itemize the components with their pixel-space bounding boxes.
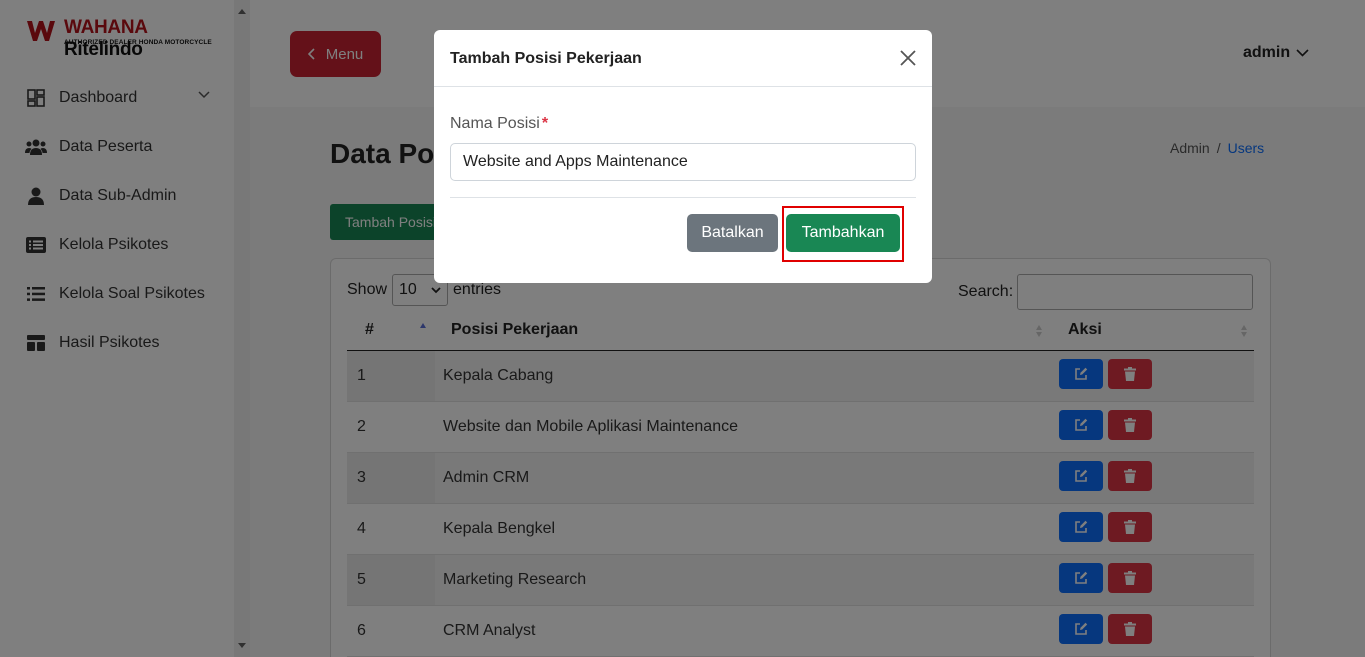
close-icon[interactable] xyxy=(898,48,918,68)
nama-posisi-input[interactable] xyxy=(450,143,916,181)
highlight-box xyxy=(782,206,904,262)
nama-posisi-label: Nama Posisi * xyxy=(450,115,549,132)
required-marker: * xyxy=(541,115,549,132)
modal-footer-divider xyxy=(450,197,916,198)
modal-divider xyxy=(434,86,932,87)
modal-title: Tambah Posisi Pekerjaan xyxy=(450,50,642,67)
cancel-button[interactable]: Batalkan xyxy=(687,214,778,252)
